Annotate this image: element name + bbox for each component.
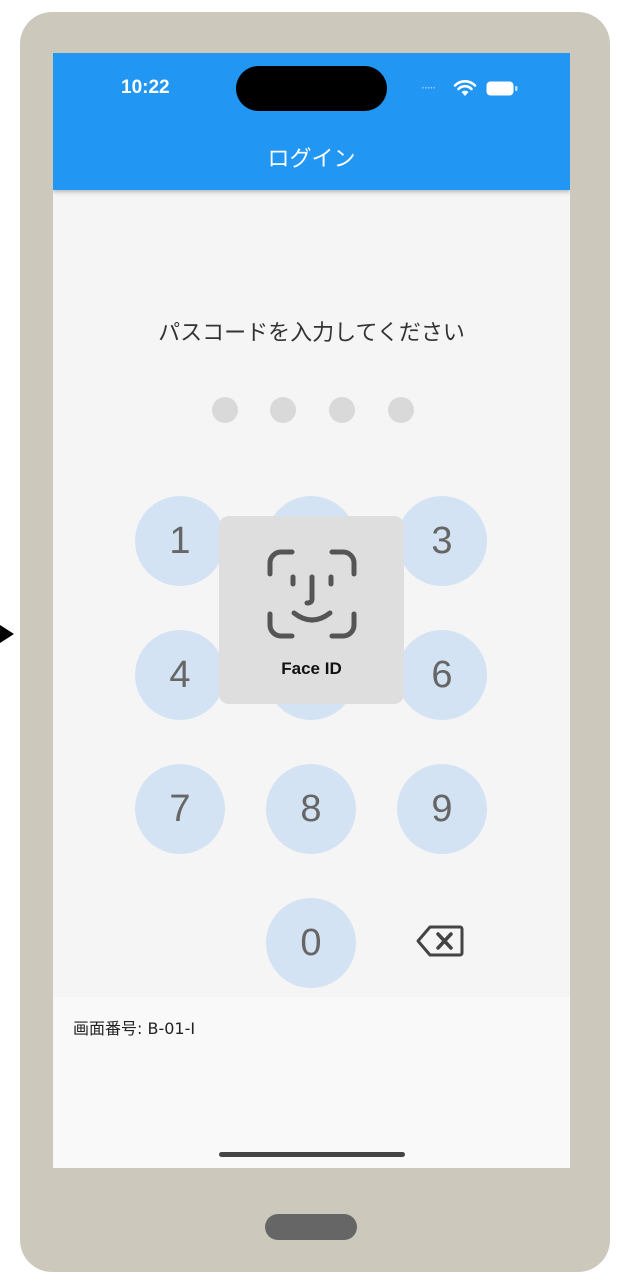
- pin-indicator: [198, 394, 458, 424]
- pin-dot: [329, 397, 355, 423]
- signal-dots-icon: ·····: [421, 81, 436, 95]
- footer: 画面番号: B-01-I: [53, 997, 570, 1168]
- keypad-key-3[interactable]: 3: [397, 496, 487, 586]
- keypad-key-8[interactable]: 8: [266, 764, 356, 854]
- face-id-icon: [267, 549, 357, 639]
- keypad-key-4[interactable]: 4: [135, 630, 225, 720]
- pointer-arrow-icon: [0, 625, 22, 643]
- keypad-key-6[interactable]: 6: [397, 630, 487, 720]
- dynamic-island: [236, 66, 387, 111]
- home-indicator[interactable]: [219, 1152, 405, 1157]
- home-button[interactable]: [265, 1214, 357, 1240]
- battery-icon: [486, 81, 518, 96]
- keypad-key-9[interactable]: 9: [397, 764, 487, 854]
- backspace-icon: [416, 925, 464, 957]
- passcode-prompt: パスコードを入力してください: [158, 321, 465, 346]
- keypad-key-7[interactable]: 7: [135, 764, 225, 854]
- pin-dot: [212, 397, 238, 423]
- keypad-key-0[interactable]: 0: [266, 898, 356, 988]
- pin-dot: [388, 397, 414, 423]
- page-title: ログイン: [267, 147, 356, 172]
- screen-id-label: 画面番号: B-01-I: [73, 1019, 196, 1038]
- wifi-icon: [453, 80, 477, 96]
- phone-screen: 10:22 ····· ログイン パスコードを入力してください 1 2 3 4 …: [53, 53, 570, 1168]
- keypad-key-1[interactable]: 1: [135, 496, 225, 586]
- face-id-dialog: Face ID: [219, 516, 404, 704]
- pin-dot: [270, 397, 296, 423]
- backspace-button[interactable]: [395, 896, 485, 986]
- face-id-label: Face ID: [281, 659, 342, 678]
- status-time: 10:22: [121, 77, 170, 98]
- app-bar: 10:22 ····· ログイン: [53, 53, 570, 190]
